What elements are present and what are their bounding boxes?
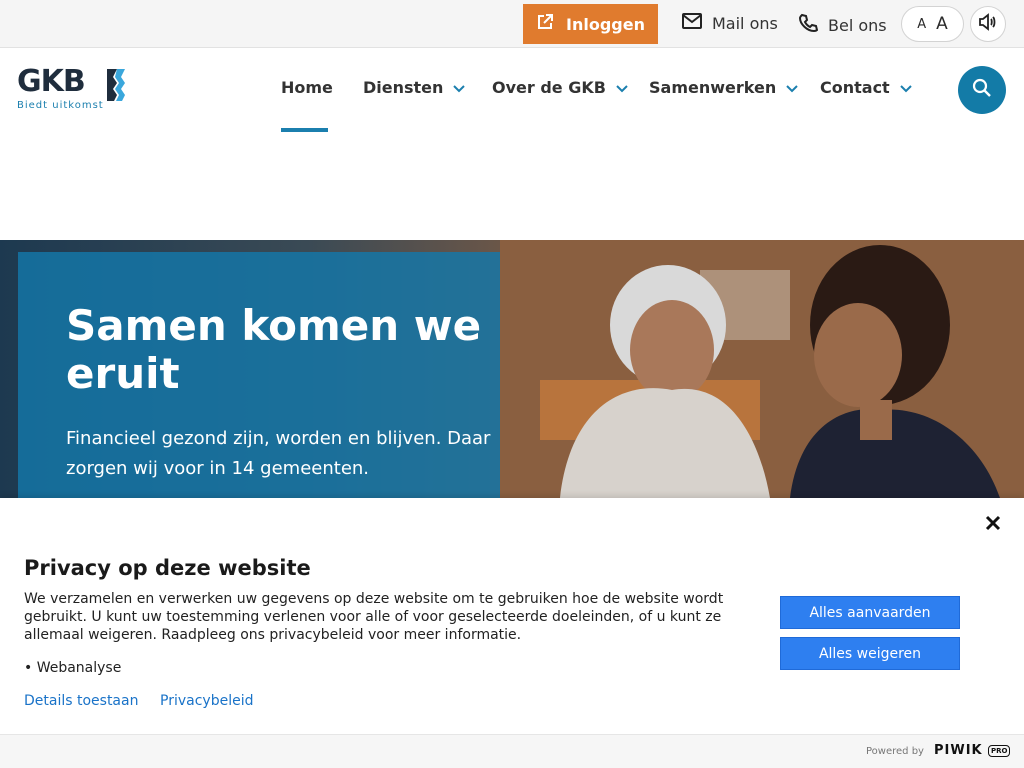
read-aloud-button[interactable] [970, 6, 1006, 42]
privacy-policy-link[interactable]: Privacybeleid [160, 693, 253, 709]
mail-link[interactable]: Mail ons [682, 13, 778, 33]
powered-by-label: Powered by [866, 746, 924, 757]
nav-item-label: Diensten [363, 78, 444, 97]
envelope-icon [682, 13, 702, 33]
privacy-consent-banner: Privacy op deze website We verzamelen en… [0, 498, 1024, 734]
login-button[interactable]: Inloggen [523, 4, 658, 44]
nav-item-samenwerken[interactable]: Samenwerken [649, 78, 798, 97]
search-icon [972, 78, 992, 102]
nav-item-home[interactable]: Home [281, 78, 333, 97]
phone-icon [798, 13, 819, 37]
privacy-title: Privacy op deze website [24, 556, 311, 580]
nav-item-over-de-gkb[interactable]: Over de GKB [492, 78, 628, 97]
top-utility-bar: Inloggen Mail ons Bel ons A A [0, 0, 1024, 48]
font-size-toggle: A A [901, 6, 964, 42]
nav-active-indicator [281, 128, 328, 132]
phone-link[interactable]: Bel ons [798, 13, 887, 37]
nav-item-label: Samenwerken [649, 78, 777, 97]
chevron-down-icon [453, 78, 466, 97]
main-navigation: Home Diensten Over de GKB Samenwerken Co… [0, 78, 1024, 104]
hero-subtitle: Financieel gezond zijn, worden en blijve… [66, 428, 491, 479]
external-link-icon [536, 13, 554, 35]
phone-label: Bel ons [828, 15, 887, 35]
login-label: Inloggen [566, 14, 645, 34]
privacy-purpose-item: • Webanalyse [24, 660, 122, 676]
piwik-logo[interactable]: PIWIK [934, 743, 983, 758]
privacy-description: We verzamelen en verwerken uw gegevens o… [24, 591, 724, 643]
close-icon[interactable] [984, 514, 1002, 532]
reject-all-button[interactable]: Alles weigeren [780, 637, 960, 670]
nav-item-diensten[interactable]: Diensten [363, 78, 466, 97]
accept-all-button[interactable]: Alles aanvaarden [780, 596, 960, 629]
speaker-icon [978, 13, 998, 35]
details-link[interactable]: Details toestaan [24, 693, 138, 709]
piwik-pro-badge: PRO [988, 745, 1011, 757]
chevron-down-icon [786, 78, 798, 97]
search-button[interactable] [958, 66, 1006, 114]
chevron-down-icon [616, 78, 628, 97]
font-size-large-button[interactable]: A [936, 14, 948, 34]
hero-banner: Samen komen we eruit Financieel gezond z… [0, 240, 1024, 498]
nav-item-contact[interactable]: Contact [820, 78, 912, 97]
hero-text-panel: Samen komen we eruit Financieel gezond z… [18, 252, 500, 498]
nav-item-label: Over de GKB [492, 78, 606, 97]
chevron-down-icon [899, 78, 912, 97]
hero-title: Samen komen we eruit [66, 301, 482, 398]
mail-label: Mail ons [712, 13, 778, 33]
nav-item-label: Contact [820, 78, 890, 97]
nav-item-label: Home [281, 78, 333, 97]
powered-by-footer: Powered by PIWIK PRO [0, 734, 1024, 768]
font-size-small-button[interactable]: A [917, 17, 926, 32]
